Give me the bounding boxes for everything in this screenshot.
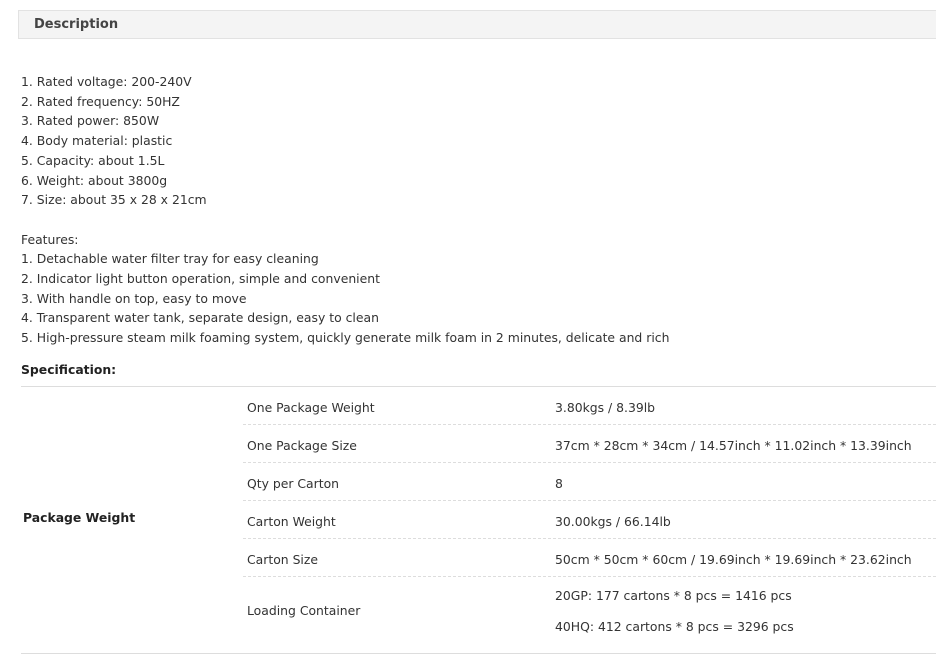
feature-line: 1. Detachable water filter tray for easy… <box>21 251 319 267</box>
spec-line: 5. Capacity: about 1.5L <box>21 152 165 168</box>
spec-row-value: 8 <box>555 476 563 491</box>
spec-row-loading: Loading Container 20GP: 177 cartons * 8 … <box>243 577 936 654</box>
features-heading: Features: <box>21 231 79 247</box>
spec-row-key: One Package Size <box>247 438 357 453</box>
spec-line: 3. Rated power: 850W <box>21 113 160 129</box>
spec-row-value: 37cm * 28cm * 34cm / 14.57inch * 11.02in… <box>555 438 912 453</box>
spec-row-value: 30.00kgs / 66.14lb <box>555 514 671 529</box>
spec-row-value: 40HQ: 412 cartons * 8 pcs = 3296 pcs <box>555 619 794 634</box>
feature-line: 5. High-pressure steam milk foaming syst… <box>21 330 670 346</box>
spec-row: Carton Size 50cm * 50cm * 60cm / 19.69in… <box>243 539 936 577</box>
spec-row-key: Qty per Carton <box>247 476 340 491</box>
spec-row: One Package Weight 3.80kgs / 8.39lb <box>243 387 936 425</box>
feature-line: 2. Indicator light button operation, sim… <box>21 271 380 287</box>
specification-title: Specification: <box>21 362 117 377</box>
spec-row-value: 50cm * 50cm * 60cm / 19.69inch * 19.69in… <box>555 552 912 567</box>
spec-row-value: 20GP: 177 cartons * 8 pcs = 1416 pcs <box>555 588 792 603</box>
spec-row-value: 3.80kgs / 8.39lb <box>555 400 656 415</box>
spec-row-key: One Package Weight <box>247 400 375 415</box>
spec-row: Carton Weight 30.00kgs / 66.14lb <box>243 501 936 539</box>
spec-rows: One Package Weight 3.80kgs / 8.39lb One … <box>243 387 936 654</box>
description-tab-title: Description <box>34 17 119 32</box>
spec-row: One Package Size 37cm * 28cm * 34cm / 14… <box>243 425 936 463</box>
feature-line: 3. With handle on top, easy to move <box>21 290 247 306</box>
spec-line: 7. Size: about 35 x 28 x 21cm <box>21 192 207 208</box>
spec-group-label: Package Weight <box>23 510 136 525</box>
spec-line: 1. Rated voltage: 200-240V <box>21 74 192 89</box>
spec-row: Qty per Carton 8 <box>243 463 936 501</box>
spec-row-key: Loading Container <box>247 603 361 618</box>
description-tab-header[interactable]: Description <box>18 10 936 39</box>
spec-row-key: Carton Weight <box>247 514 336 529</box>
description-body: 1. Rated voltage: 200-240V 2. Rated freq… <box>21 72 669 348</box>
spec-line: 2. Rated frequency: 50HZ <box>21 93 180 109</box>
specification-table: Package Weight One Package Weight 3.80kg… <box>21 386 936 654</box>
spec-line: 6. Weight: about 3800g <box>21 172 168 188</box>
spec-line: 4. Body material: plastic <box>21 133 173 149</box>
spec-row-key: Carton Size <box>247 552 319 567</box>
feature-line: 4. Transparent water tank, separate desi… <box>21 310 379 326</box>
